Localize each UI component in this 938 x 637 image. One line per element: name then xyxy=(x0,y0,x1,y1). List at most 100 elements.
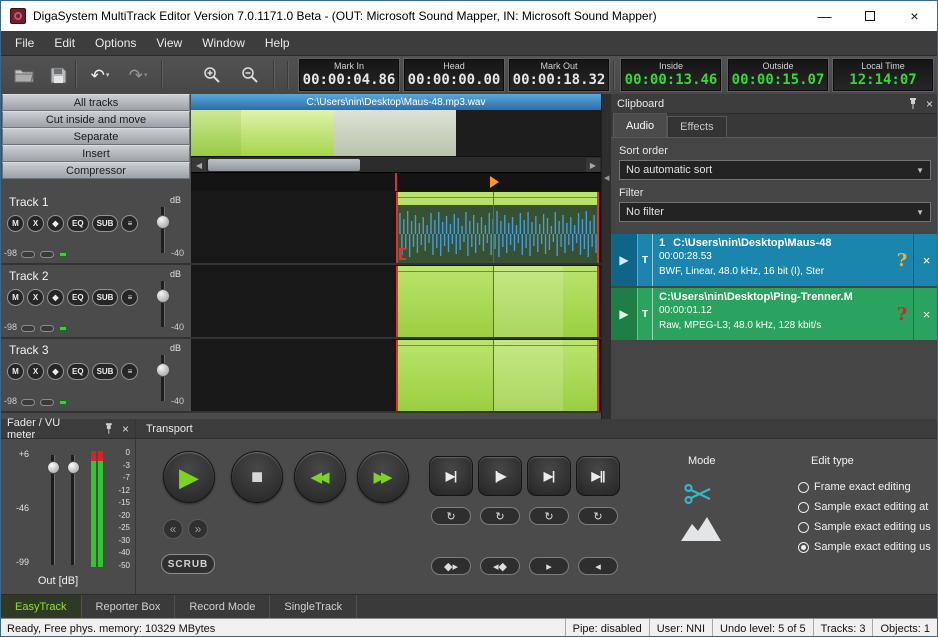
panel-splitter[interactable]: ◀ xyxy=(601,94,611,419)
volume-envelope-line[interactable] xyxy=(398,271,597,272)
menu-file[interactable]: File xyxy=(5,32,44,54)
loop-button-3[interactable]: ↻ xyxy=(529,507,569,525)
pin-icon[interactable] xyxy=(908,98,918,109)
edit-op-button-1[interactable]: ◆▸ xyxy=(431,557,471,575)
overview-scrollbar[interactable]: ◀ ▶ xyxy=(191,156,601,172)
menu-edit[interactable]: Edit xyxy=(44,32,85,54)
track-fader-knob[interactable] xyxy=(156,289,170,303)
tab-audio[interactable]: Audio xyxy=(613,113,667,137)
open-file-button[interactable] xyxy=(9,62,39,88)
marker-button[interactable]: ◆ xyxy=(47,289,64,306)
pin-icon[interactable] xyxy=(104,423,114,434)
fader-knob-left[interactable] xyxy=(47,461,60,474)
marker-button[interactable]: ◆ xyxy=(47,215,64,232)
play-button[interactable]: ▶ xyxy=(163,451,215,503)
solo-button[interactable]: X xyxy=(27,289,44,306)
fader-knob-right[interactable] xyxy=(67,461,80,474)
tool-all-tracks-button[interactable]: All tracks xyxy=(2,94,190,111)
tab-singletrack[interactable]: SingleTrack xyxy=(270,595,357,618)
scrub-button[interactable]: SCRUB xyxy=(161,554,215,574)
eq-button[interactable]: EQ xyxy=(67,289,89,306)
edit-op-button-4[interactable]: ◂ xyxy=(578,557,618,575)
menu-help[interactable]: Help xyxy=(255,32,300,54)
tab-easytrack[interactable]: EasyTrack xyxy=(1,595,82,618)
track-menu-button[interactable]: ≡ xyxy=(121,363,138,380)
solo-button[interactable]: X xyxy=(27,215,44,232)
menu-options[interactable]: Options xyxy=(85,32,146,54)
redo-button[interactable]: ↷ ▾ xyxy=(121,62,155,88)
close-button[interactable]: × xyxy=(892,1,937,31)
save-button[interactable] xyxy=(43,62,73,88)
track-fader-knob[interactable] xyxy=(156,363,170,377)
track-menu-button[interactable]: ≡ xyxy=(121,215,138,232)
tool-insert-button[interactable]: Insert xyxy=(2,145,190,162)
scroll-left-icon[interactable]: ◀ xyxy=(192,158,206,172)
previous-button[interactable]: « xyxy=(163,519,183,539)
mute-button[interactable]: M xyxy=(7,289,24,306)
sub-button[interactable]: SUB xyxy=(92,363,119,380)
scroll-right-icon[interactable]: ▶ xyxy=(586,158,600,172)
loop-button-2[interactable]: ↻ xyxy=(480,507,520,525)
clipboard-entry[interactable]: ▶ T C:\Users\nin\Desktop\Ping-Trenner.M … xyxy=(611,288,938,340)
play-over-cut-button[interactable]: ▶| xyxy=(527,456,571,496)
rewind-button[interactable]: ◀◀ xyxy=(294,451,346,503)
audio-clip[interactable] xyxy=(396,340,599,411)
overview-waveform[interactable] xyxy=(191,110,601,156)
track-indicator-pill[interactable] xyxy=(40,399,54,406)
eq-button[interactable]: EQ xyxy=(67,215,89,232)
play-pause-button[interactable]: ▶|| xyxy=(576,456,620,496)
menu-window[interactable]: Window xyxy=(192,32,255,54)
track-indicator-pill[interactable] xyxy=(21,251,35,258)
track-lane[interactable] xyxy=(191,191,601,265)
entry-play-button[interactable]: ▶ xyxy=(611,288,637,340)
locator-marker[interactable] xyxy=(490,176,499,188)
edit-type-option-sample-exact-1[interactable]: Sample exact editing at xyxy=(798,501,938,513)
clipboard-entry[interactable]: ▶ T 1 C:\Users\nin\Desktop\Maus-48 00:00… xyxy=(611,234,938,286)
track-indicator-pill[interactable] xyxy=(21,399,35,406)
track-lane[interactable] xyxy=(191,265,601,339)
mute-button[interactable]: M xyxy=(7,363,24,380)
playhead-marker[interactable] xyxy=(395,173,397,191)
timeline-ruler[interactable] xyxy=(191,172,601,191)
play-from-mark-button[interactable]: |▶ xyxy=(478,456,522,496)
scrollbar-thumb[interactable] xyxy=(208,159,360,171)
entry-play-button[interactable]: ▶ xyxy=(611,234,637,286)
tab-reporter-box[interactable]: Reporter Box xyxy=(82,595,176,618)
edit-type-option-frame-exact[interactable]: Frame exact editing xyxy=(798,481,938,493)
eq-button[interactable]: EQ xyxy=(67,363,89,380)
sub-button[interactable]: SUB xyxy=(92,215,119,232)
mute-button[interactable]: M xyxy=(7,215,24,232)
tab-record-mode[interactable]: Record Mode xyxy=(175,595,270,618)
tool-cut-inside-and-move-button[interactable]: Cut inside and move xyxy=(2,111,190,128)
sub-button[interactable]: SUB xyxy=(92,289,119,306)
play-to-mark-button[interactable]: ▶| xyxy=(429,456,473,496)
edit-type-option-sample-exact-2[interactable]: Sample exact editing us xyxy=(798,521,938,533)
zoom-out-button[interactable] xyxy=(235,62,265,88)
undo-button[interactable]: ↶ ▾ xyxy=(83,62,117,88)
fast-forward-button[interactable]: ▶▶ xyxy=(357,451,409,503)
sort-order-select[interactable]: No automatic sort ▼ xyxy=(619,160,931,180)
edit-op-button-3[interactable]: ▸ xyxy=(529,557,569,575)
solo-button[interactable]: X xyxy=(27,363,44,380)
tab-effects[interactable]: Effects xyxy=(667,116,726,137)
entry-remove-button[interactable]: × xyxy=(913,234,938,286)
track-indicator-pill[interactable] xyxy=(21,325,35,332)
tool-compressor-button[interactable]: Compressor xyxy=(2,162,190,179)
track-menu-button[interactable]: ≡ xyxy=(121,289,138,306)
filter-select[interactable]: No filter ▼ xyxy=(619,202,931,222)
edit-type-option-sample-exact-3[interactable]: Sample exact editing us xyxy=(798,541,938,553)
audio-clip[interactable] xyxy=(396,266,599,337)
close-panel-icon[interactable]: × xyxy=(926,98,933,110)
next-button[interactable]: » xyxy=(188,519,208,539)
track-indicator-pill[interactable] xyxy=(40,325,54,332)
maximize-button[interactable] xyxy=(847,1,892,31)
menu-view[interactable]: View xyxy=(146,32,192,54)
stop-button[interactable]: ■ xyxy=(231,451,283,503)
close-panel-icon[interactable]: × xyxy=(122,423,129,435)
collapse-arrow-icon[interactable]: ◀ xyxy=(604,174,609,182)
scissors-cut-mode-icon[interactable] xyxy=(684,483,712,505)
minimize-button[interactable]: — xyxy=(802,1,847,31)
tool-separate-button[interactable]: Separate xyxy=(2,128,190,145)
marker-button[interactable]: ◆ xyxy=(47,363,64,380)
track-lane[interactable] xyxy=(191,339,601,413)
